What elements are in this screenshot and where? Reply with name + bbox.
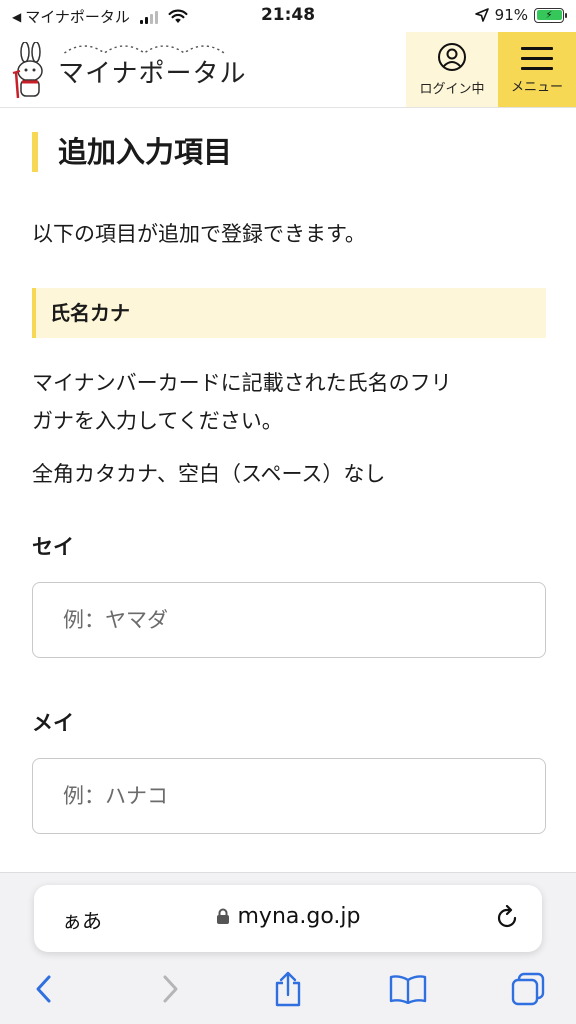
address-bar[interactable]: ぁあ myna.go.jp <box>34 885 542 952</box>
description-text: マイナンバーカードに記載された氏名のフリ ガナを入力してください。 <box>32 364 546 440</box>
bookmarks-icon <box>389 975 427 1004</box>
sei-label: セイ <box>32 535 74 559</box>
section-heading: 氏名カナ <box>32 288 546 338</box>
page-title: 追加入力項目 <box>32 132 546 172</box>
location-arrow-icon <box>474 8 489 22</box>
reload-icon[interactable] <box>494 905 520 931</box>
hamburger-icon <box>521 46 553 70</box>
status-right: 91% ⚡ <box>474 6 567 24</box>
sei-input[interactable] <box>32 582 546 658</box>
login-status-label: ログイン中 <box>419 82 485 97</box>
site-header: マイナポータル ログイン中 メニュー <box>0 32 576 108</box>
description-line-1: マイナンバーカードに記載された氏名のフリ <box>32 371 452 395</box>
forward-button[interactable] <box>150 969 190 1009</box>
battery-charging-icon: ⚡ <box>534 7 567 23</box>
menu-button[interactable]: メニュー <box>498 32 576 107</box>
battery-percent: 91% <box>494 6 528 24</box>
back-icon <box>36 975 51 1003</box>
mei-input[interactable] <box>32 758 546 834</box>
description-line-2: ガナを入力してください。 <box>32 409 283 433</box>
site-logo[interactable]: マイナポータル <box>10 38 246 100</box>
back-button[interactable] <box>24 969 64 1009</box>
url-text: myna.go.jp <box>237 904 361 929</box>
browser-toolbar <box>0 969 576 1019</box>
tabs-icon <box>511 972 545 1006</box>
tabs-button[interactable] <box>508 969 548 1009</box>
input-rule-note: 全角カタカナ、空白（スペース）なし <box>32 462 386 486</box>
logo-text: マイナポータル <box>58 45 246 100</box>
forward-icon <box>163 975 178 1003</box>
login-status-button[interactable]: ログイン中 <box>406 32 498 107</box>
main-content: 追加入力項目 以下の項目が追加で登録できます。 氏名カナ マイナンバーカードに記… <box>32 108 546 834</box>
status-bar: ◀ マイナポータル 21:48 91% ⚡ <box>0 0 576 32</box>
user-circle-icon <box>438 43 466 71</box>
share-button[interactable] <box>268 969 308 1009</box>
mei-label: メイ <box>32 711 74 735</box>
intro-text: 以下の項目が追加で登録できます。 <box>32 222 366 246</box>
share-icon <box>275 971 301 1007</box>
url-display[interactable]: myna.go.jp <box>34 904 542 929</box>
menu-label: メニュー <box>510 79 563 95</box>
lock-icon <box>216 908 229 924</box>
mascot-logo-icon <box>12 42 43 99</box>
browser-chrome: ぁあ myna.go.jp <box>0 872 576 1024</box>
logo-dots-decoration <box>63 45 225 54</box>
bookmarks-button[interactable] <box>388 969 428 1009</box>
